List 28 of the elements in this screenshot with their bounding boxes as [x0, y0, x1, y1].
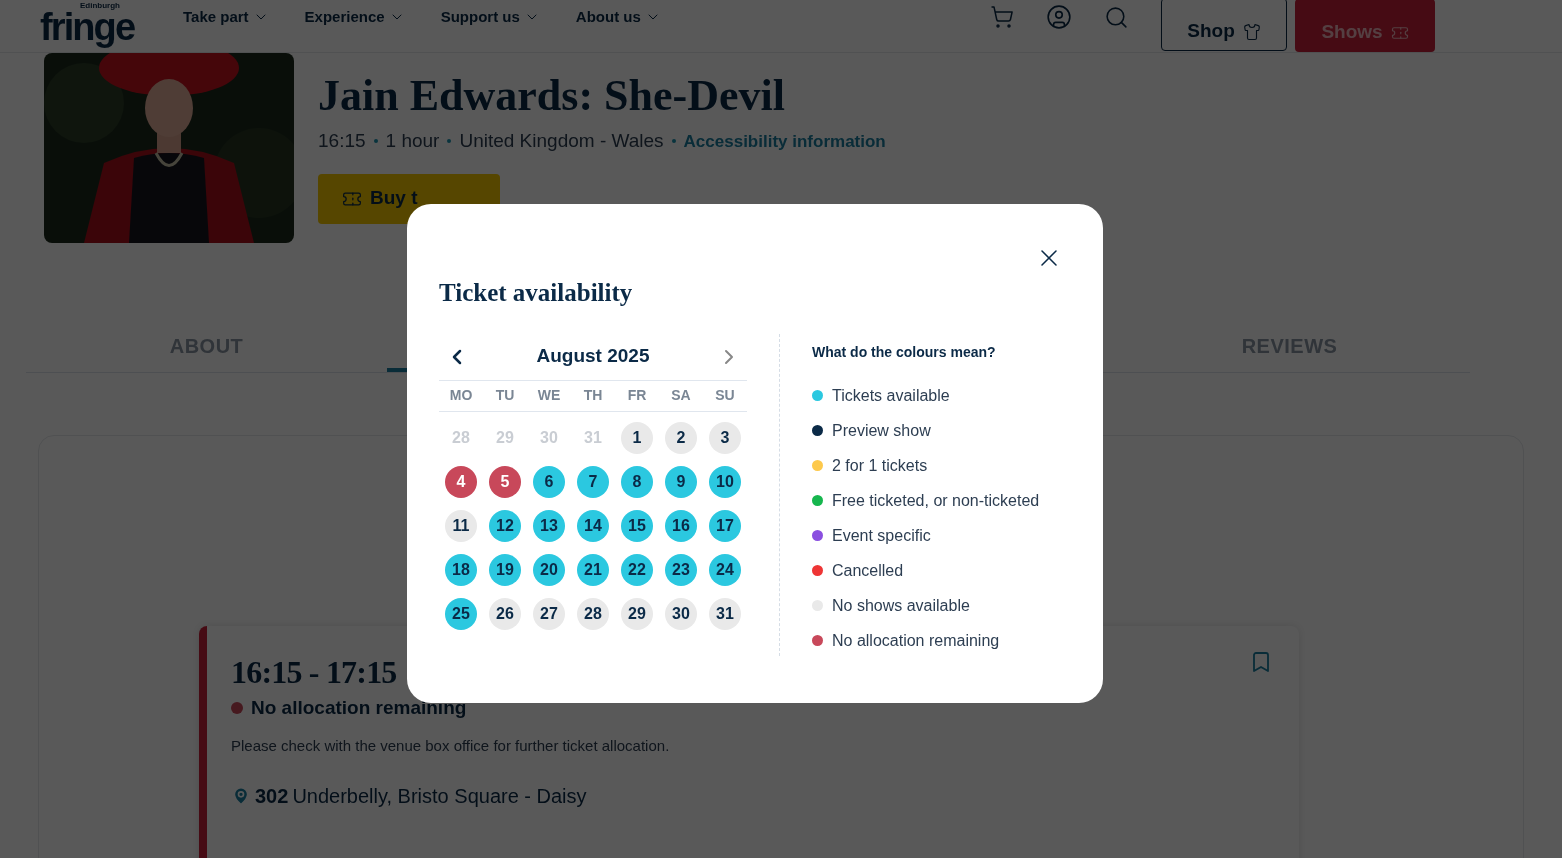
- legend-title: What do the colours mean?: [812, 342, 997, 362]
- legend-label: Free ticketed, or non-ticketed: [832, 490, 1040, 511]
- weekday-label: SA: [670, 386, 692, 405]
- show-time: 16:15: [318, 129, 366, 153]
- legend-label: Tickets available: [832, 385, 950, 406]
- legend-label: 2 for 1 tickets: [832, 455, 928, 476]
- dialog-title: Ticket availability: [439, 278, 634, 308]
- month-label: August 2025: [536, 344, 650, 369]
- weekday-label: WE: [536, 386, 562, 405]
- weekday-label: FR: [626, 386, 648, 405]
- venue-number: 302: [255, 784, 289, 809]
- weekday-label: TU: [494, 386, 516, 405]
- legend-label: Preview show: [832, 420, 931, 441]
- logo-subtitle: Edinburgh: [80, 2, 120, 10]
- venue-name: Underbelly, Bristo Square - Daisy: [292, 784, 587, 809]
- show-duration: 1 hour: [385, 129, 440, 153]
- legend-label: No allocation remaining: [832, 630, 1000, 651]
- show-origin: United Kingdom - Wales: [459, 129, 664, 153]
- legend-label: Event specific: [832, 525, 931, 546]
- weekday-label: SU: [714, 386, 736, 405]
- show-title: Jain Edwards: She-Devil: [318, 71, 786, 121]
- weekday-label: TH: [582, 386, 604, 405]
- allocation-note: Please check with the venue box office for further ticket allocation.: [231, 735, 671, 756]
- performance-time: 16:15 - 17:15: [231, 653, 397, 692]
- status-label: No allocation remaining: [251, 696, 467, 720]
- legend-label: No shows available: [832, 595, 970, 616]
- legend-label: Cancelled: [832, 560, 904, 581]
- weekday-label: MO: [448, 386, 474, 405]
